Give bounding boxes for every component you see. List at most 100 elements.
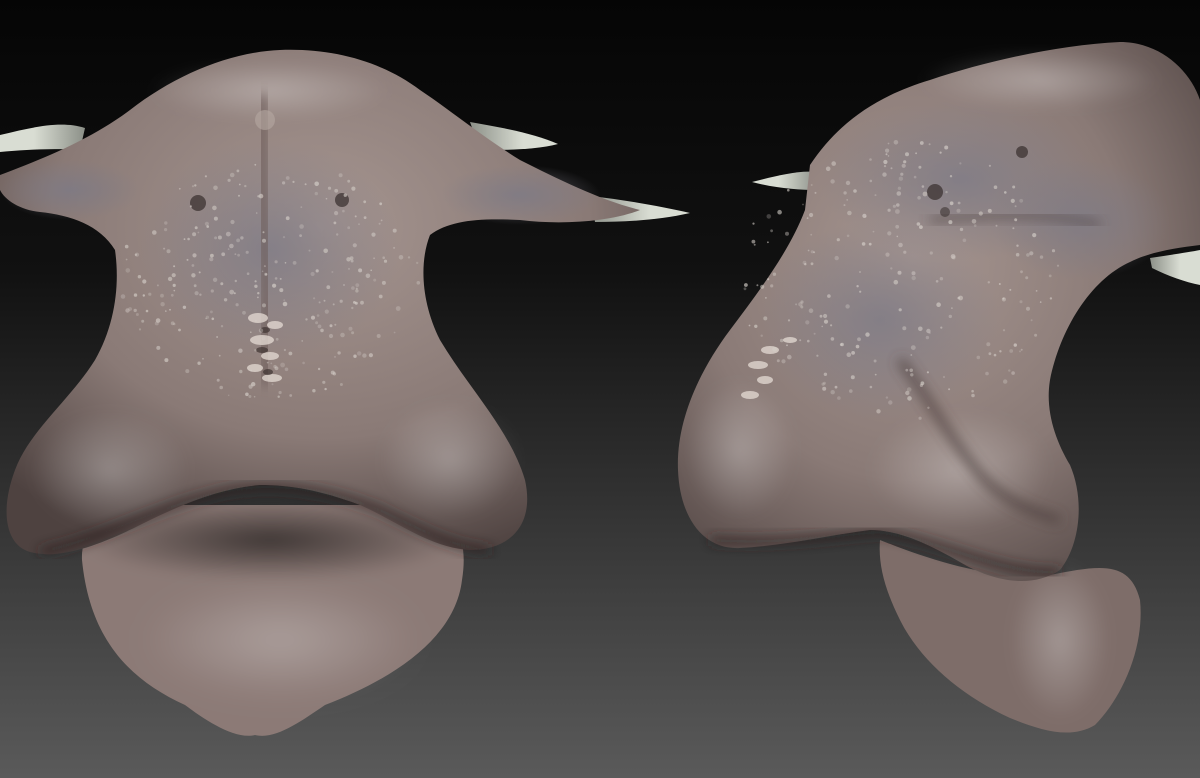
freckle [170,293,174,297]
tq-eye-pit-3 [940,207,950,217]
freckle [282,301,288,307]
freckle [919,141,924,145]
freckle [936,302,941,308]
freckle [289,394,293,397]
freckle [310,271,315,277]
freckle [156,345,161,350]
freckle [985,371,989,376]
freckle [253,395,256,398]
freckle [929,251,933,255]
freckle [338,173,343,178]
freckle [823,319,829,324]
freckle [225,231,231,237]
freckle [857,337,861,342]
freckle [263,265,266,268]
freckle [368,353,373,358]
freckle [823,381,826,385]
freckle [212,277,218,282]
freckle [142,279,147,284]
freckle [357,351,362,356]
freckle [284,262,287,264]
freckle [885,396,889,399]
freckle [351,186,356,191]
freckle [220,282,224,286]
freckle [192,253,197,258]
freckle [315,269,319,273]
freckle [948,314,952,319]
freckle [772,346,777,352]
freckle [917,196,921,200]
freckle [339,383,343,386]
freckle [804,263,807,266]
freckle [316,314,320,317]
freckle [1056,264,1060,267]
freckle [348,326,353,331]
freckle [859,290,862,293]
freckle [767,241,769,244]
freckle [227,394,230,397]
freckle [751,239,756,244]
freckle [328,333,334,339]
freckle [760,334,763,337]
freckle [973,224,977,227]
freckle [248,384,253,389]
freckle [238,348,243,353]
freckle [919,225,923,230]
freckle [279,277,282,280]
freckle [353,301,356,304]
freckle [1020,270,1023,274]
freckle [124,244,129,249]
freckle [285,176,290,180]
freckle [1019,198,1024,203]
freckle [836,238,840,242]
freckle [845,180,851,186]
freckle [331,271,334,273]
freckle [257,296,259,299]
freckle [310,315,316,320]
freckle [245,392,249,397]
freckle [779,338,784,343]
front-left-eye-pit [190,195,206,211]
freckle [283,299,286,302]
freckle [770,284,774,288]
freckle [987,208,992,213]
freckle [339,299,343,303]
freckle [393,246,396,249]
freckle [787,319,791,322]
freckle [340,332,345,338]
freckle [145,309,149,313]
freckle [148,292,152,296]
freckle [776,359,780,363]
tq-nose-highlight [685,380,795,520]
freckle [383,259,388,263]
front-upper-bump [255,110,275,130]
freckle [348,267,350,270]
freckle [1016,244,1019,247]
freckle [1020,348,1023,351]
freckle [781,359,786,364]
freckle [810,233,813,236]
freckle [1009,349,1014,353]
freckle [901,163,906,168]
freckle [242,310,246,315]
freckle [962,238,967,243]
freckle [1026,306,1030,311]
freckle [821,325,823,328]
freckle [893,140,899,145]
freckle [845,304,850,309]
freckle [905,368,909,372]
freckle [164,358,169,363]
freckle [887,155,890,157]
freckle [193,284,197,288]
freckle [191,264,195,267]
freckle [292,261,297,265]
freckle [351,306,354,310]
freckle [178,328,181,332]
freckle [949,201,954,206]
freckle [164,228,168,232]
freckle [743,287,747,291]
freckle [744,283,748,287]
freckle [230,219,235,225]
freckle [987,281,990,284]
freckle [1049,297,1053,300]
